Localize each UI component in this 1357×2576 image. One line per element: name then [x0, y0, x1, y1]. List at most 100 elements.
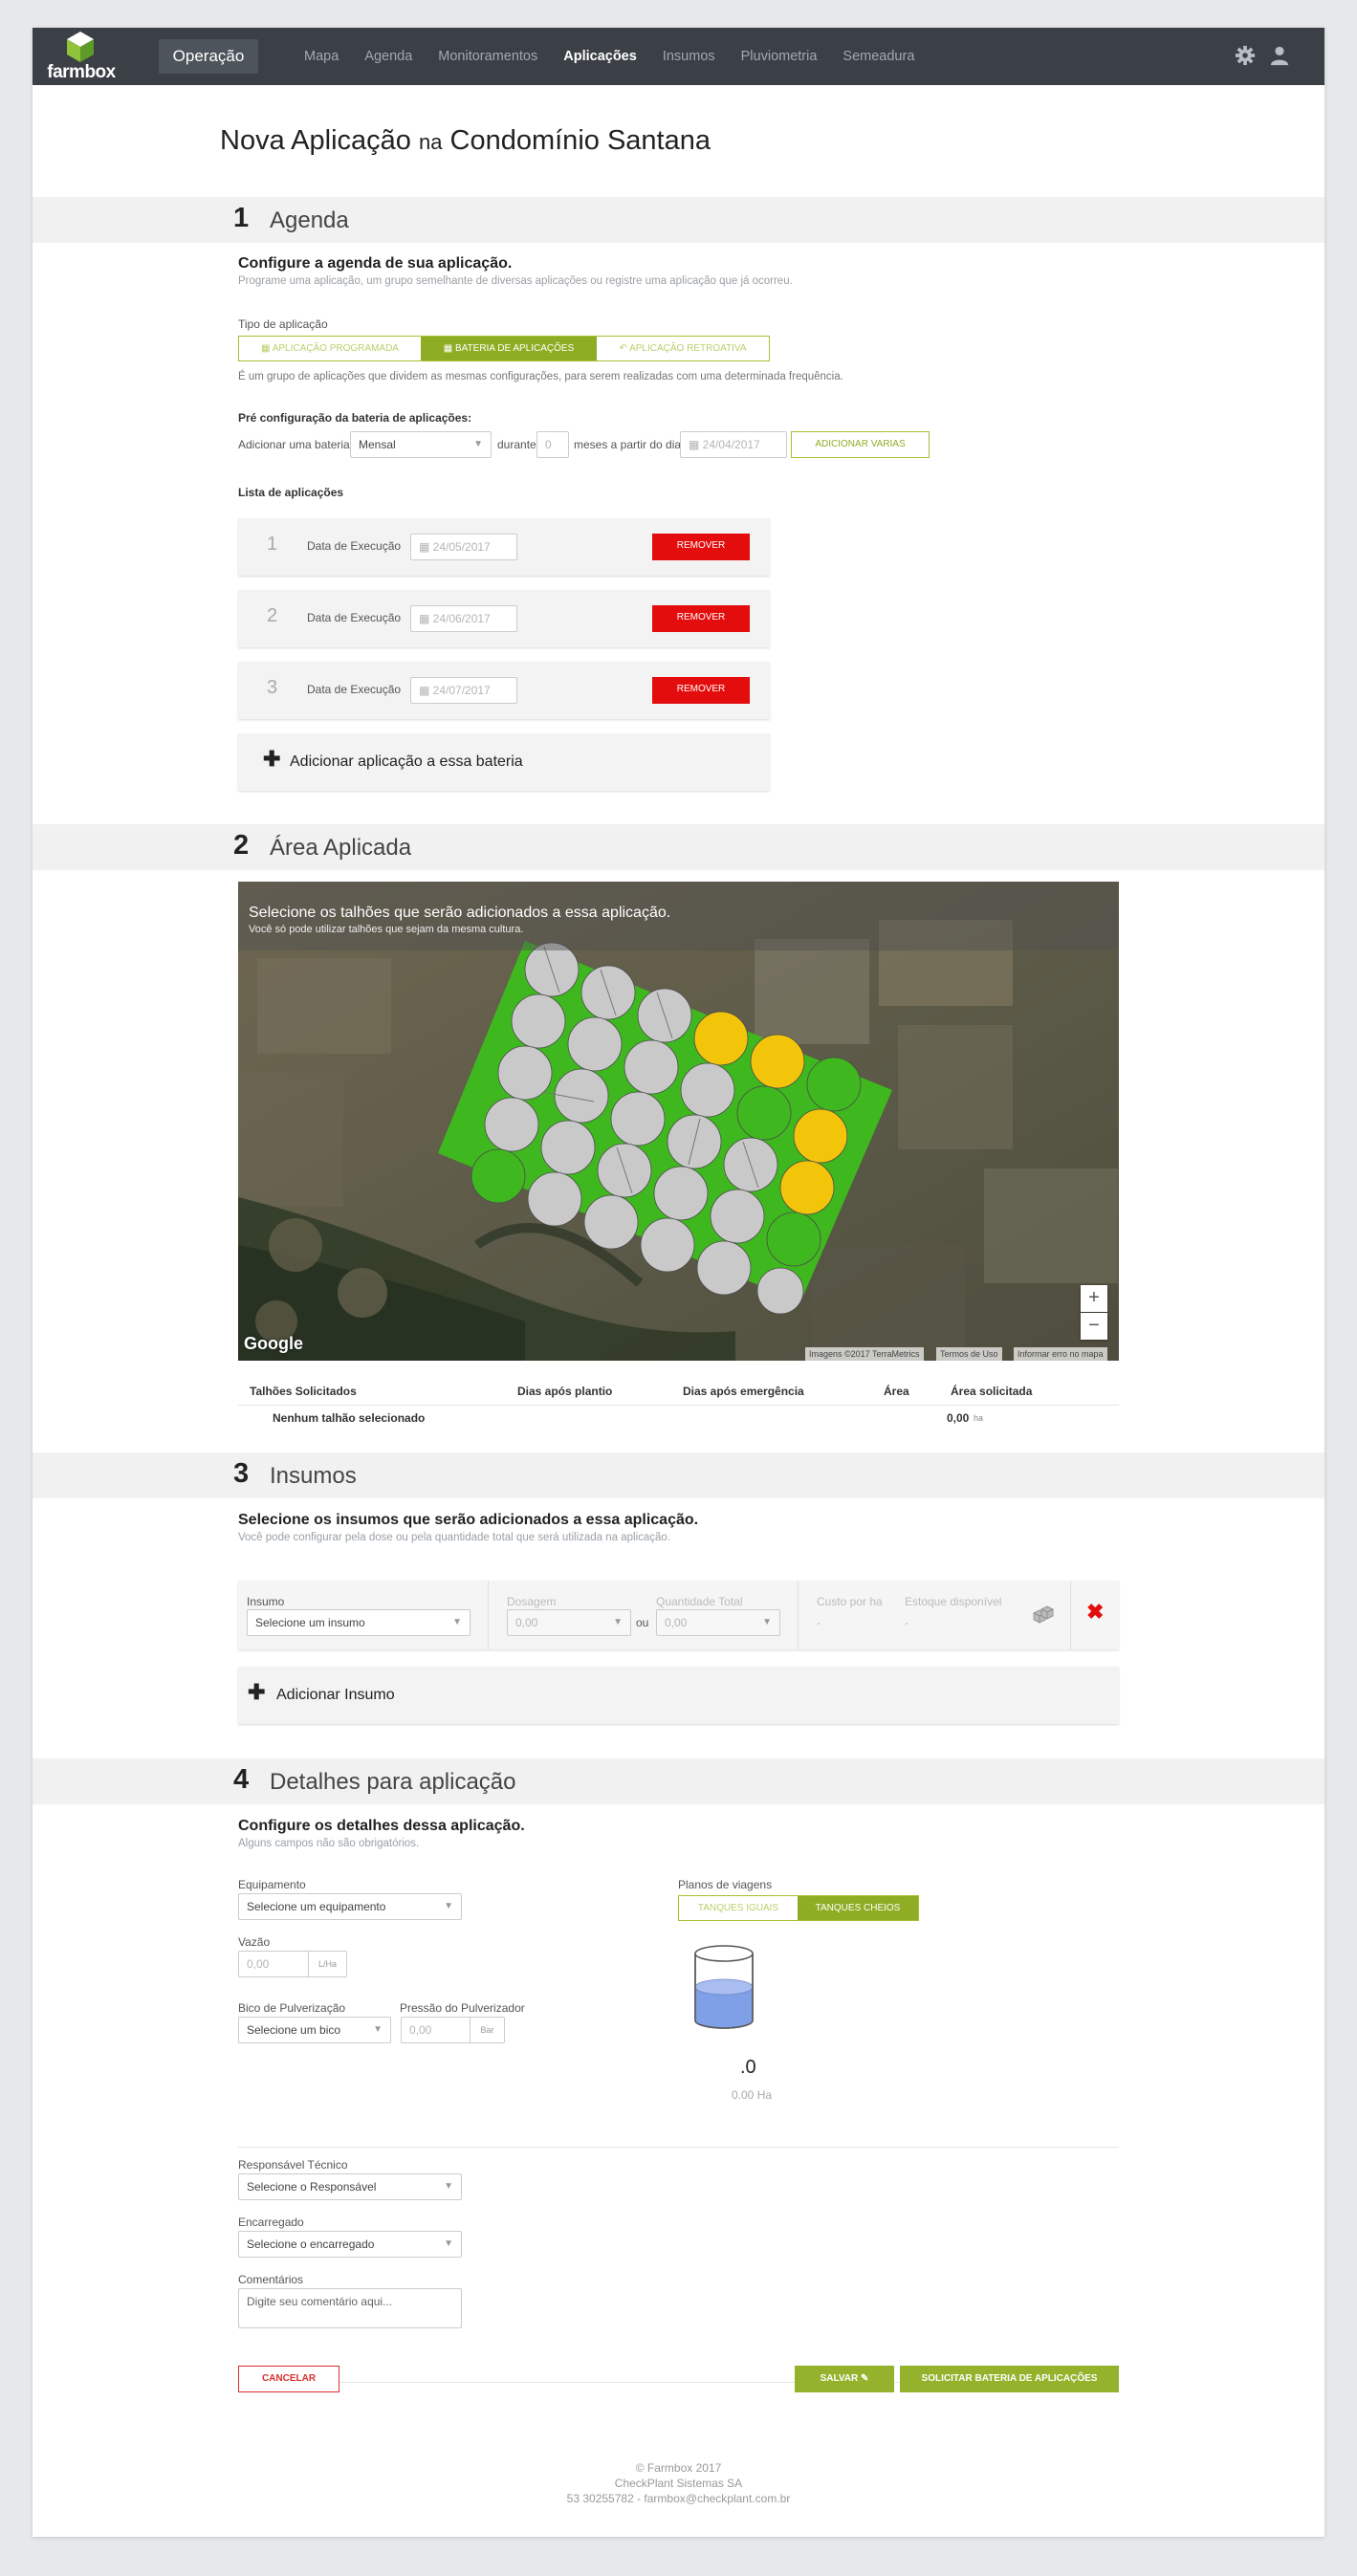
nav-item-insumos[interactable]: Insumos: [663, 28, 715, 85]
request-battery-button[interactable]: SOLICITAR BATERIA DE APLICAÇÕES: [900, 2366, 1119, 2392]
col-header-area: Área: [884, 1385, 909, 1398]
chevron-down-icon: ▼: [444, 2238, 453, 2249]
start-date-value: 24/04/2017: [702, 438, 760, 451]
application-type-toggle: ▦ Aplicação Programada ▦ Bateria de Apli…: [238, 336, 770, 361]
type-option-programada[interactable]: ▦ Aplicação Programada: [239, 337, 421, 360]
trip-option-cheios[interactable]: TANQUES CHEIOS: [798, 1896, 918, 1920]
total-quantity-input[interactable]: 0,00 ▼: [656, 1609, 780, 1636]
nav-item-agenda[interactable]: Agenda: [364, 28, 412, 85]
application-row: 3 Data de Execução ▦ 24/07/2017 REMOVER: [238, 662, 770, 719]
nav-item-monitoramentos[interactable]: Monitoramentos: [438, 28, 537, 85]
dosage-value: 0,00: [515, 1616, 538, 1629]
footer-company: CheckPlant Sistemas SA: [614, 2477, 743, 2490]
section-number: 4: [233, 1764, 250, 1795]
or-label: ou: [636, 1616, 649, 1629]
pencil-icon: ✎: [861, 2373, 869, 2384]
tank-count: .0: [740, 2057, 756, 2078]
calendar-icon: ▦: [261, 343, 273, 354]
section-2-header: 2 Área Aplicada: [33, 824, 1324, 870]
cancel-button[interactable]: CANCELAR: [238, 2366, 339, 2392]
add-application-button[interactable]: ✚ Adicionar aplicação a essa bateria: [238, 733, 770, 791]
type-option-label: Aplicação Retroativa: [629, 343, 747, 354]
field-map[interactable]: Selecione os talhões que serão adicionad…: [238, 882, 1119, 1361]
trip-plans-toggle: TANQUES IGUAIS TANQUES CHEIOS: [678, 1895, 919, 1921]
pressure-value: 0,00: [409, 2023, 432, 2037]
in-charge-label: Encarregado: [238, 2216, 304, 2229]
type-option-bateria[interactable]: ▦ Bateria de Aplicações: [421, 337, 597, 360]
insumo-label: Insumo: [247, 1595, 285, 1608]
start-date-input[interactable]: ▦ 24/04/2017: [680, 431, 787, 458]
section-number: 3: [233, 1458, 250, 1489]
map-report-link[interactable]: Informar erro no mapa: [1014, 1347, 1107, 1361]
equipment-select[interactable]: Selecione um equipamento ▼: [238, 1893, 462, 1920]
details-description: Alguns campos não são obrigatórios.: [238, 1838, 420, 1849]
logo-text: farmbox: [47, 62, 116, 82]
preconfig-label: Pré configuração da bateria de aplicaçõe…: [238, 411, 472, 425]
col-header-talhoes: Talhões Solicitados: [250, 1385, 357, 1398]
insumo-select[interactable]: Selecione um insumo ▼: [247, 1609, 471, 1636]
trip-option-iguais[interactable]: TANQUES IGUAIS: [679, 1896, 798, 1920]
chevron-down-icon: ▼: [473, 439, 483, 449]
total-quantity-value: 0,00: [665, 1616, 688, 1629]
execution-date-input[interactable]: ▦ 24/05/2017: [410, 534, 517, 560]
stock-label: Estoque disponível: [905, 1595, 1002, 1608]
add-battery-label: Adicionar uma bateria: [238, 438, 350, 451]
details-divider: [238, 2147, 1119, 2148]
remove-button[interactable]: REMOVER: [652, 605, 750, 632]
execution-date-label: Data de Execução: [307, 611, 402, 624]
remove-button[interactable]: REMOVER: [652, 534, 750, 560]
nav-menu: Mapa Agenda Monitoramentos Aplicações In…: [304, 28, 940, 85]
type-option-retroativa[interactable]: ↶ Aplicação Retroativa: [597, 337, 769, 360]
frequency-select[interactable]: Mensal ▼: [350, 431, 492, 458]
tank-area: 0.00 Ha: [732, 2088, 773, 2102]
page-title-farm: Condomínio Santana: [449, 125, 711, 156]
cubes-icon: [1033, 1605, 1054, 1624]
nav-item-pluviometria[interactable]: Pluviometria: [741, 28, 818, 85]
logo-cube-icon: [67, 32, 94, 62]
section-4-header: 4 Detalhes para aplicação: [33, 1758, 1324, 1804]
chevron-down-icon: ▼: [452, 1617, 462, 1627]
plus-icon: ✚: [263, 747, 281, 771]
execution-date-input[interactable]: ▦ 24/06/2017: [410, 605, 517, 632]
pressure-input[interactable]: 0,00 Bar: [401, 2017, 505, 2043]
execution-date-input[interactable]: ▦ 24/07/2017: [410, 677, 517, 704]
in-charge-select[interactable]: Selecione o encarregado ▼: [238, 2231, 462, 2258]
map-terms-link[interactable]: Termos de Uso: [936, 1347, 1002, 1361]
plus-icon: ✚: [248, 1680, 266, 1704]
save-button[interactable]: SALVAR ✎: [795, 2366, 894, 2392]
zoom-in-button[interactable]: +: [1081, 1285, 1107, 1312]
table-divider: [238, 1405, 1119, 1406]
responsible-label: Responsável Técnico: [238, 2158, 348, 2172]
gear-icon[interactable]: [1235, 45, 1256, 66]
section-title: Detalhes para aplicação: [270, 1769, 516, 1795]
nav-item-semeadura[interactable]: Semeadura: [843, 28, 914, 85]
section-3-header: 3 Insumos: [33, 1452, 1324, 1498]
delete-insumo-icon[interactable]: ✖: [1086, 1600, 1104, 1625]
map-instruction-subtitle: Você só pode utilizar talhões que sejam …: [249, 924, 524, 935]
remove-button[interactable]: REMOVER: [652, 677, 750, 704]
dosage-input[interactable]: 0,00 ▼: [507, 1609, 631, 1636]
footer-copyright: © Farmbox 2017: [635, 2461, 722, 2475]
comments-textarea[interactable]: Digite seu comentário aqui...: [238, 2288, 462, 2328]
execution-date-value: 24/07/2017: [432, 684, 491, 697]
dosage-label: Dosagem: [507, 1595, 557, 1608]
user-icon[interactable]: [1269, 45, 1290, 66]
nav-item-mapa[interactable]: Mapa: [304, 28, 339, 85]
add-insumo-label: Adicionar Insumo: [276, 1687, 395, 1703]
zoom-out-button[interactable]: −: [1081, 1313, 1107, 1340]
add-several-button[interactable]: ADICIONAR VARIAS: [791, 431, 930, 458]
context-button[interactable]: Operação: [159, 39, 258, 74]
agenda-heading: Configure a agenda de sua aplicação.: [238, 255, 513, 272]
nozzle-select-value: Selecione um bico: [247, 2023, 341, 2037]
section-number: 1: [233, 203, 250, 233]
nav-item-aplicacoes[interactable]: Aplicações: [563, 28, 637, 85]
chevron-down-icon: ▼: [444, 1901, 453, 1911]
execution-date-value: 24/06/2017: [432, 612, 491, 625]
add-insumo-button[interactable]: ✚ Adicionar Insumo: [238, 1667, 1119, 1724]
nozzle-select[interactable]: Selecione um bico ▼: [238, 2017, 391, 2043]
chevron-down-icon: ▼: [613, 1617, 623, 1627]
flow-input[interactable]: 0,00 L/Ha: [238, 1951, 347, 1977]
farmbox-logo[interactable]: farmbox: [46, 32, 116, 82]
responsible-select[interactable]: Selecione o Responsável ▼: [238, 2173, 462, 2200]
months-count-input[interactable]: 0: [536, 431, 569, 458]
